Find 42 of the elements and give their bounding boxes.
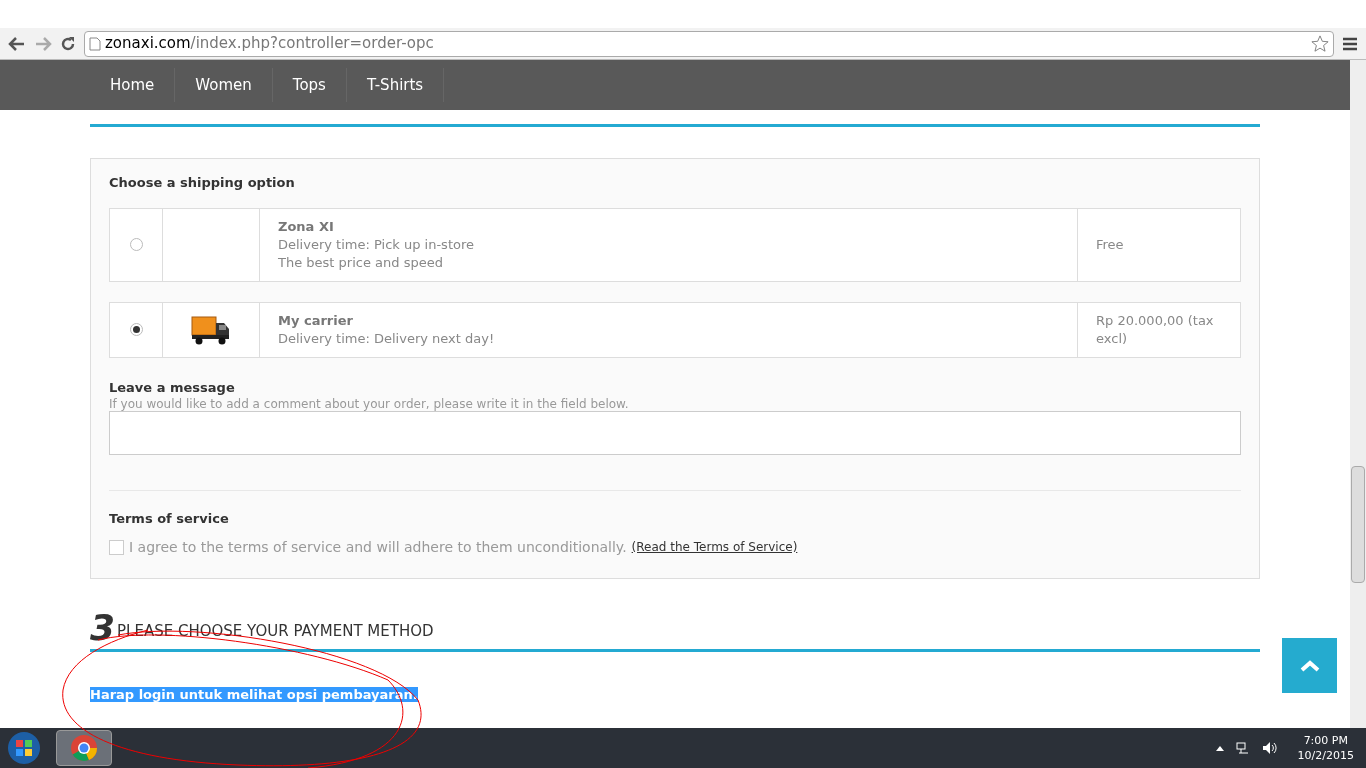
tray-arrow-icon[interactable]: [1215, 745, 1224, 751]
truck-icon: [191, 313, 231, 346]
scrollbar[interactable]: [1350, 60, 1366, 728]
page-icon: [89, 36, 101, 51]
back-icon[interactable]: [8, 35, 26, 52]
carrier-name: My carrier: [278, 311, 354, 330]
volume-icon[interactable]: [1261, 741, 1278, 755]
scroll-to-top-button[interactable]: [1282, 638, 1337, 693]
clock-date: 10/2/2015: [1297, 748, 1354, 763]
star-icon[interactable]: [1311, 34, 1329, 53]
carrier-name: Zona XI: [278, 217, 335, 236]
hint-text: If you would like to add a comment about your order, please write it in the field below.: [109, 397, 630, 411]
shipping-price: Free: [1096, 235, 1124, 254]
radio-button[interactable]: [129, 323, 143, 336]
terms-checkbox[interactable]: [109, 539, 124, 555]
network-icon[interactable]: [1235, 741, 1250, 755]
terms-text: I agree to the terms of service and will adhere to them unconditionally.: [129, 537, 627, 557]
scrollbar-thumb[interactable]: [1351, 466, 1365, 583]
step-number: 3: [90, 608, 116, 647]
section-label: Terms of service: [109, 510, 230, 528]
message-field[interactable]: [109, 411, 1241, 455]
url-text: zonaxi.com/index.php?controller=order-opc: [105, 33, 434, 55]
menu-icon[interactable]: [1342, 36, 1358, 51]
nav-link[interactable]: Home: [90, 68, 176, 102]
terms-link[interactable]: (Read the Terms of Service): [631, 538, 798, 556]
clock-time: 7:00 PM: [1303, 733, 1348, 748]
carrier-detail: The best price and speed: [278, 253, 444, 272]
carrier-detail: Delivery time: Delivery next day!: [278, 329, 496, 348]
section-label: Choose a shipping option: [109, 174, 296, 192]
address-bar[interactable]: zonaxi.com/index.php?controller=order-opc: [84, 30, 1334, 57]
radio-button[interactable]: [129, 238, 143, 251]
section-label: Leave a message: [109, 378, 236, 397]
nav-link[interactable]: Women: [175, 68, 273, 102]
reload-icon[interactable]: [60, 35, 76, 52]
browser-logo-icon: [70, 734, 98, 762]
browser-taskbar-button[interactable]: [56, 730, 112, 766]
forward-icon[interactable]: [34, 35, 52, 52]
nav-link[interactable]: T-Shirts: [346, 68, 445, 102]
shipping-price: Rp 20.000,00 (tax excl): [1096, 311, 1215, 348]
chevron-up-icon: [1299, 659, 1320, 672]
carrier-detail: Delivery time: Pick up in-store: [278, 235, 475, 254]
nav-link[interactable]: Tops: [272, 68, 347, 102]
